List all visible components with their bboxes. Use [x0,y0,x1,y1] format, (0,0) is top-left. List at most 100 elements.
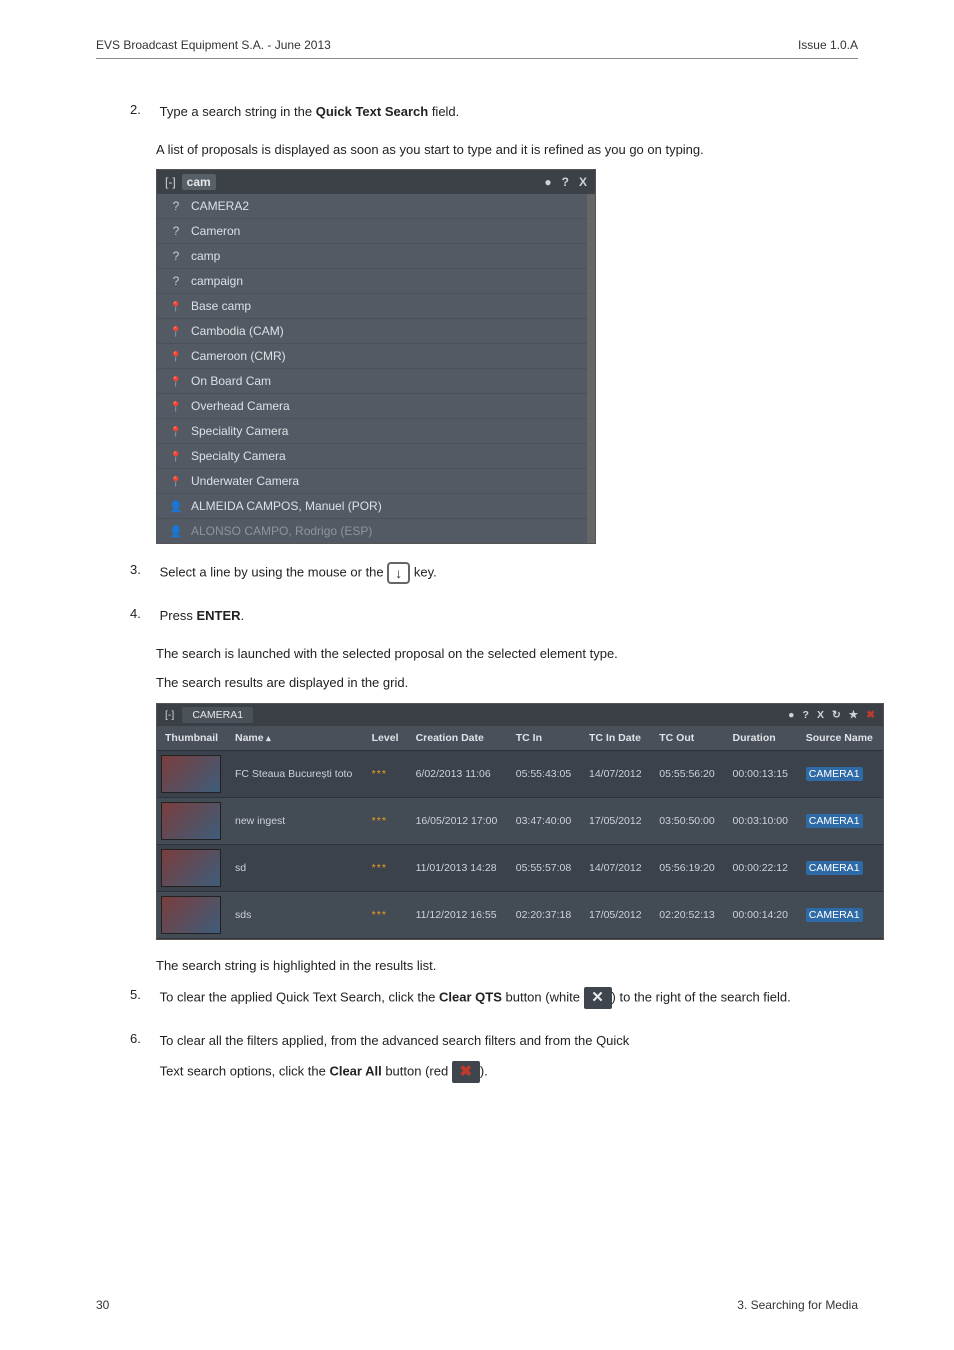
column-header[interactable]: Name [227,726,364,751]
table-row[interactable]: new ingest***16/05/2012 17:0003:47:40:00… [157,797,883,844]
suggest-item[interactable]: Underwater Camera [157,469,587,494]
keyword-icon [169,349,183,363]
step-4-sub: The search is launched with the selected… [156,644,858,693]
column-header[interactable]: Thumbnail [157,726,227,751]
suggest-item[interactable]: On Board Cam [157,369,587,394]
titlebar-icon-close[interactable]: X [579,175,587,189]
step-3-text-a: Select a line by using the mouse or the [160,564,388,579]
recent-icon [169,199,183,213]
suggest-item-label: On Board Cam [191,374,271,388]
cell-duration: 00:00:13:15 [725,750,798,797]
column-header[interactable]: TC Out [651,726,724,751]
suggest-list: CAMERA2 Cameron camp campaign Base campCambo… [157,194,587,543]
column-header[interactable]: Duration [725,726,798,751]
suggest-item[interactable]: Overhead Camera [157,394,587,419]
grid-icon-help[interactable]: ? [803,709,809,721]
cell-creation-date: 6/02/2013 11:06 [408,750,508,797]
highlighted-match: CAMERA1 [806,861,863,875]
suggest-item[interactable]: CAMERA2 [157,194,587,219]
suggest-item[interactable]: Cambodia (CAM) [157,319,587,344]
highlighted-match: CAMERA1 [806,767,863,781]
collapse-icon[interactable]: [-] [165,175,176,189]
cell-source-name: CAMERA1 [798,750,883,797]
step-2: 2. Type a search string in the Quick Tex… [130,102,858,132]
suggest-item[interactable]: camp [157,244,587,269]
recent-icon [169,224,183,238]
step-6-text-d: ). [480,1063,488,1078]
cell-duration: 00:03:10:00 [725,797,798,844]
suggest-item-label: campaign [191,274,243,288]
step-3-number: 3. [130,562,156,577]
grid-icon-refresh[interactable]: ↻ [832,709,841,721]
keyword-icon [169,299,183,313]
column-header[interactable]: Level [364,726,408,751]
cell-source-name: CAMERA1 [798,891,883,938]
cell-tc-in-date: 17/05/2012 [581,891,651,938]
cell-tc-in: 05:55:57:08 [508,844,581,891]
recent-icon [169,274,183,288]
cell-tc-out: 05:56:19:20 [651,844,724,891]
table-row[interactable]: sds***11/12/2012 16:5502:20:37:1817/05/2… [157,891,883,938]
collapse-icon[interactable]: [-] [165,709,174,721]
suggest-item[interactable]: Base camp [157,294,587,319]
cell-creation-date: 16/05/2012 17:00 [408,797,508,844]
column-header[interactable]: Source Name [798,726,883,751]
scrollbar[interactable] [587,194,595,543]
suggest-item-label: camp [191,249,220,263]
cell-creation-date: 11/01/2013 14:28 [408,844,508,891]
footer-page-number: 30 [96,1298,109,1312]
results-tab[interactable]: CAMERA1 [182,707,253,723]
header-right: Issue 1.0.A [798,38,858,52]
thumbnail-image [161,896,221,934]
step-4-number: 4. [130,606,156,621]
post-grid-text: The search string is highlighted in the … [156,956,858,976]
cell-tc-in: 02:20:37:18 [508,891,581,938]
suggest-item[interactable]: ALONSO CAMPO, Rodrigo (ESP) [157,519,587,543]
step-6-text-b: Text search options, click the [160,1063,330,1078]
suggest-item-label: Cameroon (CMR) [191,349,286,363]
step-4-bold: ENTER [196,608,240,623]
column-header[interactable]: TC In [508,726,581,751]
suggest-item[interactable]: Specialty Camera [157,444,587,469]
grid-icon-clear-all[interactable]: ✖ [866,709,875,721]
cell-thumbnail [157,844,227,891]
cell-name: sds [227,891,364,938]
suggest-item[interactable]: ALMEIDA CAMPOS, Manuel (POR) [157,494,587,519]
suggest-item[interactable]: Cameron [157,219,587,244]
table-row[interactable]: sd***11/01/2013 14:2805:55:57:0814/07/20… [157,844,883,891]
thumbnail-image [161,849,221,887]
step-4: 4. Press ENTER. [130,606,858,636]
post-grid-note: The search string is highlighted in the … [156,956,858,976]
suggest-item[interactable]: Cameroon (CMR) [157,344,587,369]
suggest-item[interactable]: Speciality Camera [157,419,587,444]
suggest-item-label: Underwater Camera [191,474,299,488]
cell-thumbnail [157,797,227,844]
step-5-number: 5. [130,987,156,1002]
rating-dots-icon: *** [372,768,387,780]
search-term[interactable]: cam [182,174,216,190]
step-6-number: 6. [130,1031,156,1046]
down-arrow-key-icon: ↓ [387,562,410,584]
rating-dots-icon: *** [372,909,387,921]
titlebar-icon-dot[interactable]: ● [544,175,551,189]
step-4-text-b: . [241,608,245,623]
step-6-text-a: To clear all the filters applied, from t… [160,1033,630,1048]
keyword-icon [169,449,183,463]
table-row[interactable]: FC Steaua București toto***6/02/2013 11:… [157,750,883,797]
suggest-item-label: CAMERA2 [191,199,249,213]
column-header[interactable]: Creation Date [408,726,508,751]
step-4-sub1: The search is launched with the selected… [156,644,858,664]
step-3-text-b: key. [414,564,437,579]
grid-icon-star[interactable]: ★ [849,709,858,721]
cell-duration: 00:00:14:20 [725,891,798,938]
grid-icon-clear-qts[interactable]: X [817,709,824,721]
column-header[interactable]: TC In Date [581,726,651,751]
grid-icon-dot[interactable]: ● [788,709,794,721]
titlebar-icon-help[interactable]: ? [562,175,569,189]
rating-dots-icon: *** [372,862,387,874]
step-3: 3. Select a line by using the mouse or t… [130,562,858,594]
screenshot-suggestions: [-] cam ● ? X CAMERA2 Cameron camp campaign… [156,169,596,544]
step-5-text-b: button (white [502,989,584,1004]
cell-tc-in-date: 14/07/2012 [581,844,651,891]
suggest-item[interactable]: campaign [157,269,587,294]
